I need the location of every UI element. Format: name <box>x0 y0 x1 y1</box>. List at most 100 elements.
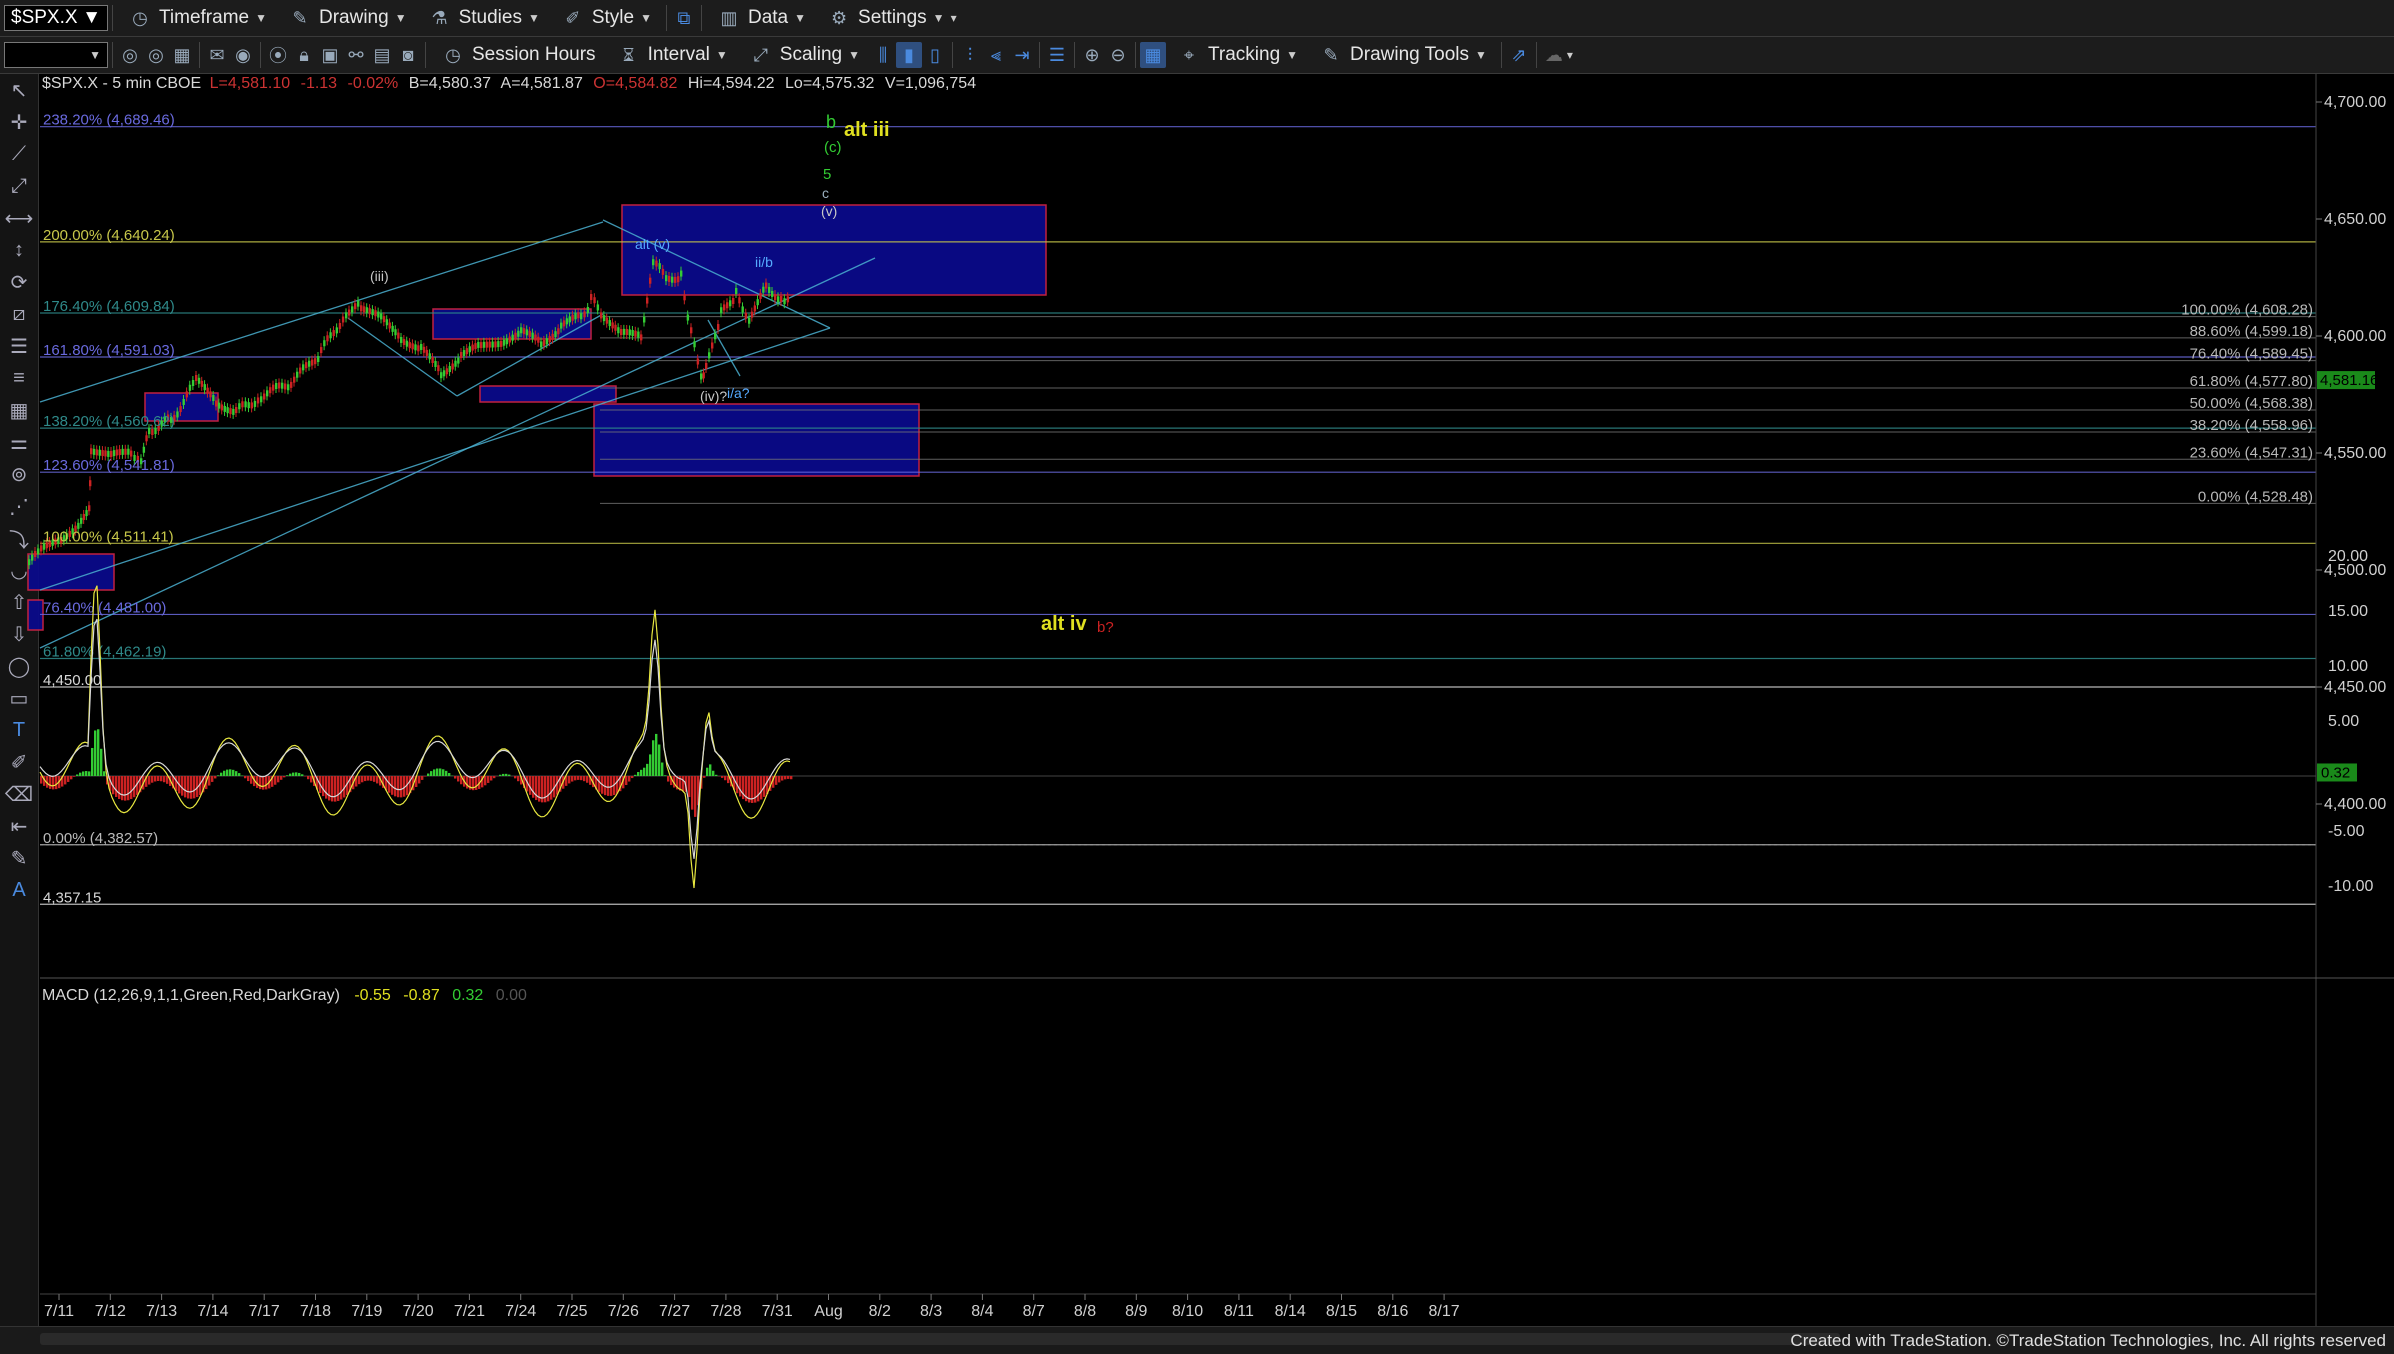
macd-histogram-bar <box>448 773 450 776</box>
wave-label: (v) <box>821 203 837 219</box>
candle-body <box>232 409 234 415</box>
bar-style-icon[interactable]: ⫼ <box>870 42 896 68</box>
session-hours-button[interactable]: ◷ Session Hours <box>430 38 606 72</box>
grid-icon[interactable]: ▦ <box>1140 42 1166 68</box>
macd-histogram-bar <box>373 776 375 782</box>
horizontal-scrollbar[interactable] <box>40 1333 1840 1345</box>
macd-histogram-bar <box>757 776 759 801</box>
macd-histogram-bar <box>211 776 213 782</box>
candle-body <box>762 287 764 293</box>
drawing-menu[interactable]: ✎ Drawing ▼ <box>277 1 417 35</box>
unlink-icon[interactable]: ⚯ <box>343 42 369 68</box>
circle-icon[interactable]: ◎ <box>117 42 143 68</box>
radar-icon[interactable]: ◉ <box>230 42 256 68</box>
candle-body <box>257 397 259 403</box>
candle-body <box>411 343 413 349</box>
settings-label: Settings <box>858 7 927 29</box>
macd-histogram-bar <box>649 754 651 776</box>
price-axis[interactable]: 4,700.004,650.004,600.004,550.004,500.00… <box>2316 94 2386 813</box>
candle-body <box>600 312 602 318</box>
style-menu[interactable]: ✐ Style ▼ <box>550 1 662 35</box>
bars-icon[interactable]: ⫷ <box>983 42 1009 68</box>
timeframe-menu[interactable]: ◷ Timeframe ▼ <box>117 1 277 35</box>
wave-label: (iii) <box>370 268 389 284</box>
candle-body <box>110 451 112 457</box>
macd-histogram-bar <box>439 768 441 776</box>
fib-label: 61.80% (4,462.19) <box>43 643 166 660</box>
drawing-tools-menu[interactable]: ✎ Drawing Tools ▼ <box>1308 38 1497 72</box>
macd-histogram-bar <box>628 776 630 782</box>
candle-body <box>397 333 399 339</box>
candle-body <box>583 311 585 317</box>
chevron-down-icon[interactable]: ▾ <box>1567 48 1573 62</box>
circle-icon[interactable]: ◎ <box>143 42 169 68</box>
save-icon[interactable]: ▣ <box>317 42 343 68</box>
candle-body <box>500 341 502 347</box>
candle-body <box>566 318 568 324</box>
macd-histogram-bar <box>181 776 183 796</box>
wave-label: c <box>822 185 829 201</box>
chevron-down-icon: ▼ <box>716 48 728 62</box>
tracking-menu[interactable]: ⌖ Tracking ▼ <box>1166 38 1308 72</box>
chart-area[interactable]: $SPX.X - 5 min CBOE L=4,581.10 -1.13 -0.… <box>0 74 2394 1326</box>
candle-body <box>537 337 539 343</box>
zoom-in-icon[interactable]: ⊕ <box>1079 42 1105 68</box>
macd-histogram-bar <box>148 776 150 785</box>
news-icon[interactable]: ✉ <box>204 42 230 68</box>
date-label: 8/2 <box>869 1303 891 1320</box>
macd-axis[interactable]: 20.0015.0010.005.00-5.00-10.000.32 <box>2317 548 2373 895</box>
macd-histogram-bar <box>397 776 399 797</box>
interval-menu[interactable]: ⏳︎ Interval ▼ <box>606 38 738 72</box>
link-icon[interactable]: ⧉ <box>671 5 697 31</box>
candle-body <box>434 361 436 367</box>
macd-histogram-bar <box>712 771 714 776</box>
calculator-icon[interactable]: ▦ <box>169 42 195 68</box>
macd-histogram-bar <box>340 776 342 800</box>
candle-body <box>634 331 636 337</box>
candle-body <box>629 329 631 335</box>
candle-body <box>571 315 573 321</box>
date-label: 8/7 <box>1023 1303 1045 1320</box>
candle-body <box>248 402 250 408</box>
macd-histogram-bar <box>79 773 81 776</box>
image-icon[interactable]: ▤ <box>369 42 395 68</box>
panes-icon[interactable]: ☰ <box>1044 42 1070 68</box>
scaling-menu[interactable]: ⤢ Scaling ▼ <box>738 38 870 72</box>
magnet-icon[interactable]: ⦿ <box>265 42 291 68</box>
macd-histogram-bar <box>664 775 666 776</box>
cloud-icon[interactable]: ☁ <box>1541 42 1567 68</box>
macd-histogram-bar <box>226 770 228 776</box>
candle-body <box>37 548 39 554</box>
zoom-out-icon[interactable]: ⊖ <box>1105 42 1131 68</box>
studies-menu[interactable]: ⚗ Studies ▼ <box>417 1 550 35</box>
date-label: 8/10 <box>1172 1303 1203 1320</box>
scroll-bar-icon[interactable]: ⇥ <box>1009 42 1035 68</box>
footer-bar: Created with TradeStation. ©TradeStation… <box>0 1326 2394 1354</box>
candle-body <box>96 449 98 455</box>
macd-histogram-bar <box>76 774 78 776</box>
candle-body <box>369 308 371 314</box>
candle-body <box>235 407 237 413</box>
interval-box[interactable]: ▼ <box>4 42 108 68</box>
camera-icon[interactable]: ◙ <box>395 42 421 68</box>
candle-body <box>593 297 595 303</box>
date-label: 7/11 <box>44 1303 74 1320</box>
candle-body <box>198 378 200 384</box>
zoom-bars-icon[interactable]: ⫶ <box>957 42 983 68</box>
macd-histogram-bar <box>235 771 237 776</box>
macd-histogram-bar <box>229 769 231 776</box>
lock-icon[interactable]: 🔒︎ <box>291 42 317 68</box>
date-label: 7/13 <box>146 1303 177 1320</box>
candle-body <box>783 298 785 304</box>
candle-body <box>577 312 579 318</box>
data-menu[interactable]: ▥ Data ▼ <box>706 1 816 35</box>
candlestick-icon[interactable]: ▮ <box>896 42 922 68</box>
candle-body <box>377 312 379 318</box>
gear-icon: ⚙ <box>826 5 852 31</box>
export-icon[interactable]: ⇗ <box>1506 42 1532 68</box>
symbol-selector[interactable]: $SPX.X ▼ <box>4 5 108 31</box>
hollow-candle-icon[interactable]: ▯ <box>922 42 948 68</box>
macd-histogram-bar <box>715 775 717 776</box>
settings-menu[interactable]: ⚙ Settings ▼ ▾ <box>816 1 967 35</box>
macd-histogram-bar <box>445 771 447 776</box>
